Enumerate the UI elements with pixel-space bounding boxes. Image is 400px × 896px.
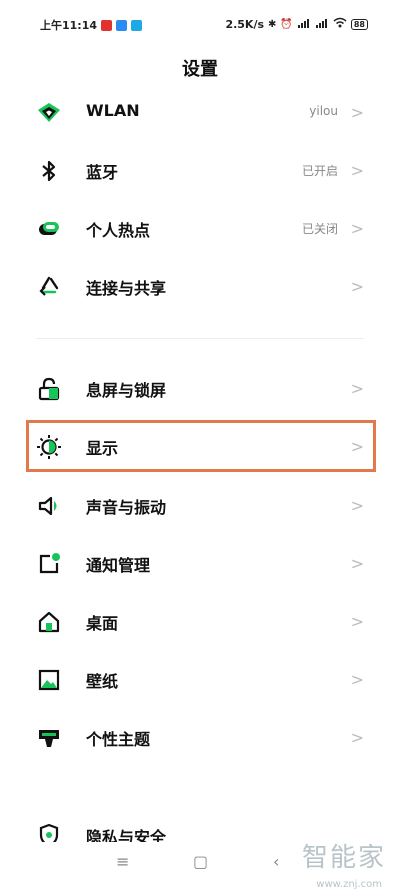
chevron-right-icon: > xyxy=(350,277,364,296)
notification-icon xyxy=(39,553,60,574)
hotspot-icon xyxy=(39,222,59,235)
row-label: WLAN xyxy=(86,101,140,120)
chevron-right-icon: > xyxy=(350,161,364,180)
settings-row-home-screen[interactable]: 桌面 > xyxy=(0,592,400,650)
theme-icon xyxy=(39,730,59,747)
bluetooth-icon xyxy=(42,160,56,182)
row-label: 声音与振动 xyxy=(86,498,167,517)
row-label: 蓝牙 xyxy=(86,163,119,182)
settings-row-wlan[interactable]: WLAN yilou > xyxy=(0,83,400,141)
row-value: yilou xyxy=(309,104,338,118)
settings-row-hotspot[interactable]: 个人热点 已关闭 > xyxy=(0,199,400,257)
row-value: 已关闭 xyxy=(301,222,338,236)
chevron-right-icon: > xyxy=(350,496,364,515)
row-label: 壁纸 xyxy=(86,672,119,691)
chevron-right-icon: > xyxy=(350,379,364,398)
chevron-right-icon: > xyxy=(350,219,364,238)
wallpaper-icon xyxy=(38,669,60,691)
sound-icon xyxy=(38,496,57,516)
row-value: 已开启 xyxy=(301,164,338,178)
settings-row-notifications[interactable]: 通知管理 > xyxy=(0,534,400,592)
alarm-icon: ⏰ xyxy=(280,18,293,30)
wifi-status-icon xyxy=(333,17,347,31)
signal-icon-2 xyxy=(315,18,329,31)
section-divider xyxy=(36,338,364,339)
row-label: 通知管理 xyxy=(86,556,151,575)
settings-row-themes[interactable]: 个性主题 > xyxy=(0,708,400,766)
row-label: 个性主题 xyxy=(86,730,151,749)
bluetooth-status-icon: ✱ xyxy=(268,18,277,30)
chevron-right-icon: > xyxy=(350,554,364,573)
network-speed: 2.5K/s xyxy=(225,17,265,31)
settings-row-bluetooth[interactable]: 蓝牙 已开启 > xyxy=(0,141,400,199)
app-icon-blue xyxy=(116,19,128,31)
status-time: 上午11:14 xyxy=(40,19,98,32)
status-bar: 上午11:14 2.5K/s ✱ ⏰ 88 xyxy=(0,0,400,36)
chevron-right-icon: > xyxy=(350,103,364,122)
watermark-text: 智能家 xyxy=(301,843,386,873)
home-button-icon[interactable]: ▢ xyxy=(193,852,208,871)
back-icon[interactable]: ‹ xyxy=(273,852,279,871)
lock-icon xyxy=(38,377,60,401)
row-label: 息屏与锁屏 xyxy=(86,381,167,400)
row-label: 连接与共享 xyxy=(86,279,167,298)
settings-row-sound-vibration[interactable]: 声音与振动 > xyxy=(0,476,400,534)
chevron-right-icon: > xyxy=(350,670,364,689)
app-icon-red xyxy=(101,19,113,31)
row-label: 桌面 xyxy=(86,614,119,633)
settings-row-wallpaper[interactable]: 壁纸 > xyxy=(0,650,400,708)
app-icon-cyan xyxy=(131,19,143,31)
wifi-icon xyxy=(38,103,60,122)
settings-row-lock-screen[interactable]: 息屏与锁屏 > xyxy=(0,359,400,417)
chevron-right-icon: > xyxy=(350,612,364,631)
highlight-frame xyxy=(26,420,376,472)
signal-icon xyxy=(297,18,311,31)
page-title: 设置 xyxy=(182,59,218,80)
watermark-url: www.znj.com xyxy=(316,879,382,890)
home-icon xyxy=(38,611,60,633)
menu-icon[interactable]: ≡ xyxy=(116,852,129,871)
status-right: 2.5K/s ✱ ⏰ 88 xyxy=(225,17,368,31)
settings-row-connection-sharing[interactable]: 连接与共享 > xyxy=(0,257,400,315)
status-left: 上午11:14 xyxy=(40,17,143,33)
chevron-right-icon: > xyxy=(350,728,364,747)
share-icon xyxy=(39,276,59,296)
row-label: 个人热点 xyxy=(86,221,151,240)
battery-icon: 88 xyxy=(350,18,368,30)
